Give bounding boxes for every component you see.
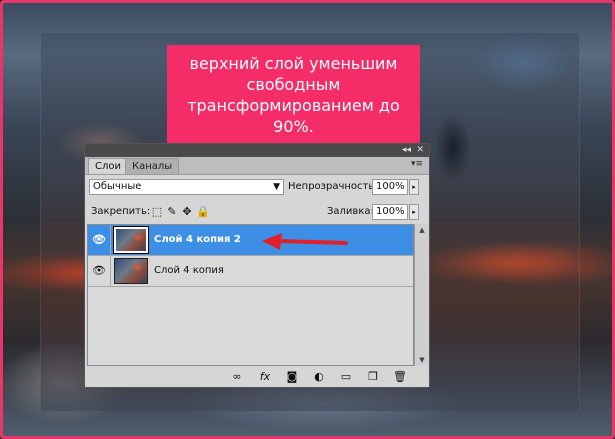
fx-icon[interactable]: fx: [257, 370, 273, 384]
scroll-up-icon[interactable]: ▲: [415, 224, 429, 236]
lock-row: Закрепить: ⬚ ✎ ✥ 🔒 Заливка: 100% ▸: [85, 202, 429, 222]
caption-line-2: свободным: [246, 75, 341, 94]
eye-icon[interactable]: 👁: [88, 256, 111, 286]
caption-line-1: верхний слой уменьшим: [189, 54, 398, 73]
layer-thumbnail: [113, 226, 149, 254]
trash-icon[interactable]: 🗑: [392, 370, 408, 384]
layers-list: 👁 Слой 4 копия 2 👁 Слой 4 копия: [87, 224, 414, 366]
layer-row-selected[interactable]: 👁 Слой 4 копия 2: [88, 225, 413, 256]
blend-mode-value: Обычные: [93, 181, 142, 192]
panel-menu-icon[interactable]: ▾≡: [411, 159, 423, 169]
chevron-down-icon: ▼: [273, 182, 280, 192]
link-icon[interactable]: ∞: [229, 370, 245, 384]
blend-mode-select[interactable]: Обычные ▼: [89, 179, 284, 195]
fill-stepper[interactable]: ▸: [409, 204, 419, 220]
opacity-input[interactable]: 100%: [372, 179, 408, 195]
opacity-stepper[interactable]: ▸: [409, 179, 419, 195]
caption-line-3: трансформированием до: [187, 96, 400, 115]
panel-titlebar: ◂◂ ✕: [85, 144, 429, 157]
blend-row: Обычные ▼ Непрозрачность: 100% ▸: [85, 175, 429, 197]
scroll-down-icon[interactable]: ▼: [415, 354, 429, 366]
lock-paint-icon[interactable]: ✎: [166, 205, 178, 219]
tab-layers[interactable]: Слои: [88, 158, 128, 174]
new-layer-icon[interactable]: ❐: [365, 370, 381, 384]
panel-bottom-toolbar: ∞ fx ◙ ◐ ▭ ❐ 🗑: [85, 367, 429, 387]
layers-panel: ◂◂ ✕ Слои Каналы ▾≡ Обычные ▼ Непрозрачн…: [84, 143, 430, 388]
lock-position-icon[interactable]: ✥: [181, 205, 193, 219]
caption-line-4: 90%.: [273, 117, 314, 136]
close-icon[interactable]: ✕: [416, 145, 424, 156]
lock-all-icon[interactable]: 🔒: [196, 205, 210, 219]
layers-scrollbar[interactable]: ▲ ▼: [414, 224, 429, 366]
collapse-icon[interactable]: ◂◂: [402, 145, 411, 156]
opacity-label: Непрозрачность:: [288, 181, 378, 192]
layer-thumbnail: [114, 258, 148, 284]
mask-icon[interactable]: ◙: [284, 370, 300, 384]
adjustment-icon[interactable]: ◐: [311, 370, 327, 384]
layer-name: Слой 4 копия: [154, 265, 224, 276]
layer-row[interactable]: 👁 Слой 4 копия: [88, 256, 413, 287]
folder-icon[interactable]: ▭: [338, 370, 354, 384]
panel-tabs: Слои Каналы ▾≡: [85, 157, 429, 175]
caption-box: верхний слой уменьшим свободным трансфор…: [167, 45, 420, 150]
fill-input[interactable]: 100%: [372, 204, 408, 220]
tab-channels[interactable]: Каналы: [125, 158, 180, 174]
lock-transparency-icon[interactable]: ⬚: [151, 205, 163, 219]
layer-name: Слой 4 копия 2: [154, 234, 241, 245]
red-arrow-icon: [262, 233, 348, 250]
eye-icon[interactable]: 👁: [88, 225, 111, 255]
background-figure: [423, 103, 483, 193]
fill-label: Заливка:: [327, 206, 374, 217]
lock-label: Закрепить:: [91, 206, 151, 217]
